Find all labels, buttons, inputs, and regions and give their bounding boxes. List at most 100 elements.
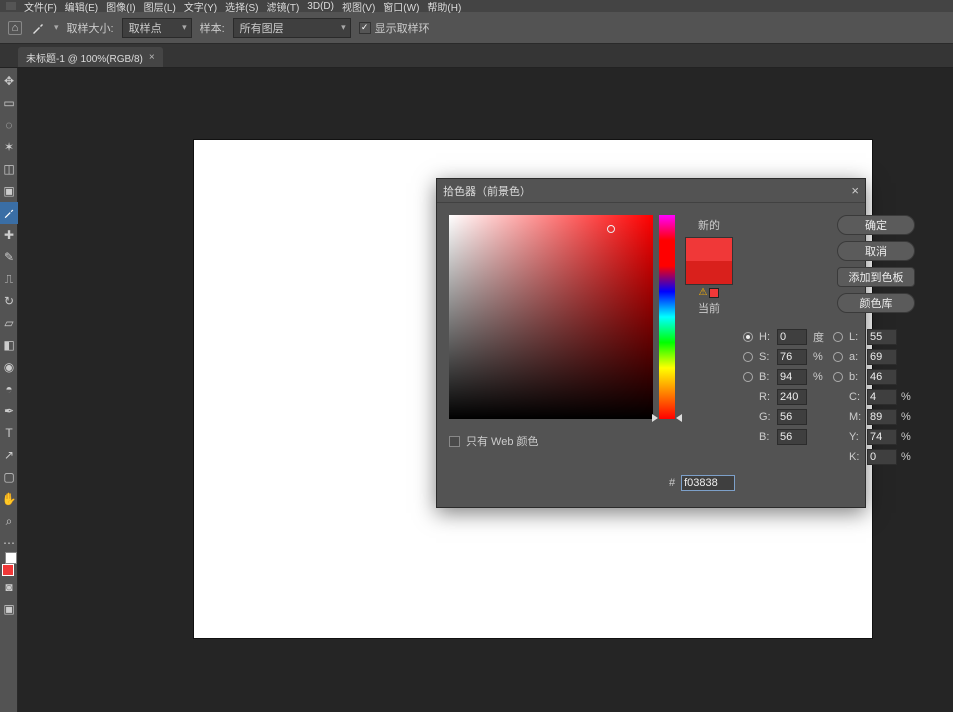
menu-image[interactable]: 图像(I) xyxy=(106,0,135,14)
web-only-checkbox[interactable]: 只有 Web 颜色 xyxy=(449,433,675,449)
saturation-value-field[interactable] xyxy=(449,215,653,419)
unit-h: 度 xyxy=(813,329,829,345)
blur-tool-icon[interactable]: ◉ xyxy=(0,356,18,378)
menu-3d[interactable]: 3D(D) xyxy=(307,1,334,12)
current-color-label: 当前 xyxy=(698,300,720,316)
heal-tool-icon[interactable]: ✚ xyxy=(0,224,18,246)
foreground-color-swatch[interactable] xyxy=(2,564,14,576)
hue-slider[interactable] xyxy=(659,215,675,419)
dodge-tool-icon[interactable]: ◓ xyxy=(0,378,18,400)
hex-input[interactable] xyxy=(681,475,735,491)
menu-bar: 文件(F) 编辑(E) 图像(I) 图层(L) 文字(Y) 选择(S) 滤镜(T… xyxy=(0,0,953,12)
new-color-swatch[interactable] xyxy=(686,238,732,261)
input-m[interactable] xyxy=(867,409,897,425)
menu-layer[interactable]: 图层(L) xyxy=(144,0,176,14)
radio-bv[interactable] xyxy=(743,372,753,382)
show-sampling-ring-checkbox[interactable]: ✓ 显示取样环 xyxy=(359,20,430,36)
type-tool-icon[interactable]: T xyxy=(0,422,18,444)
pen-tool-icon[interactable]: ✒ xyxy=(0,400,18,422)
dialog-titlebar[interactable]: 拾色器（前景色） × xyxy=(437,179,865,203)
hue-arrow-left-icon xyxy=(652,414,658,422)
menu-window[interactable]: 窗口(W) xyxy=(383,0,419,14)
zoom-tool-icon[interactable]: ⌕ xyxy=(0,510,18,532)
more-tool-icon[interactable]: ⋯ xyxy=(0,532,18,554)
gamut-warning[interactable]: ⚠ xyxy=(699,287,720,298)
color-swatches[interactable] xyxy=(0,560,17,576)
menu-select[interactable]: 选择(S) xyxy=(225,0,258,14)
label-s: S: xyxy=(759,351,773,363)
radio-s[interactable] xyxy=(743,352,753,362)
input-k[interactable] xyxy=(867,449,897,465)
app-logo xyxy=(6,2,16,10)
hand-tool-icon[interactable]: ✋ xyxy=(0,488,18,510)
radio-l[interactable] xyxy=(833,332,843,342)
stamp-tool-icon[interactable]: ⎍ xyxy=(0,268,18,290)
warning-swatch xyxy=(709,288,719,298)
quickselect-tool-icon[interactable]: ✶ xyxy=(0,136,18,158)
workspace: ✥ ▭ ◌ ✶ ◫ ▣ ✚ ✎ ⎍ ↻ ▱ ◧ ◉ ◓ ✒ T ↗ ▢ ✋ ⌕ … xyxy=(0,68,953,712)
color-libraries-button[interactable]: 颜色库 xyxy=(837,293,915,313)
unit-y: % xyxy=(901,431,915,443)
eraser-tool-icon[interactable]: ▱ xyxy=(0,312,18,334)
menu-edit[interactable]: 编辑(E) xyxy=(65,0,98,14)
background-color-swatch[interactable] xyxy=(5,552,17,564)
label-l: L: xyxy=(849,331,863,343)
path-tool-icon[interactable]: ↗ xyxy=(0,444,18,466)
input-a[interactable] xyxy=(867,349,897,365)
chevron-down-icon[interactable]: ▾ xyxy=(54,22,59,33)
show-ring-label: 显示取样环 xyxy=(375,20,430,36)
document-tab-bar: 未标题-1 @ 100%(RGB/8) × xyxy=(0,44,953,68)
shape-tool-icon[interactable]: ▢ xyxy=(0,466,18,488)
marquee-tool-icon[interactable]: ▭ xyxy=(0,92,18,114)
input-r[interactable] xyxy=(777,389,807,405)
screenmode-icon[interactable]: ▣ xyxy=(0,598,18,620)
picker-left: 只有 Web 颜色 xyxy=(449,215,675,491)
eyedropper-tool-icon[interactable] xyxy=(0,202,18,224)
menu-view[interactable]: 视图(V) xyxy=(342,0,375,14)
document-tab[interactable]: 未标题-1 @ 100%(RGB/8) × xyxy=(18,47,163,67)
brush-tool-icon[interactable]: ✎ xyxy=(0,246,18,268)
label-a: a: xyxy=(849,351,863,363)
home-icon[interactable]: ⌂ xyxy=(8,21,22,35)
menu-file[interactable]: 文件(F) xyxy=(24,0,57,14)
crop-tool-icon[interactable]: ◫ xyxy=(0,158,18,180)
input-y[interactable] xyxy=(867,429,897,445)
ok-button[interactable]: 确定 xyxy=(837,215,915,235)
input-h[interactable] xyxy=(777,329,807,345)
warning-icon: ⚠ xyxy=(699,287,708,298)
color-picker-dialog: 拾色器（前景色） × xyxy=(436,178,866,508)
quickmask-icon[interactable]: ◙ xyxy=(0,576,18,598)
input-b[interactable] xyxy=(867,369,897,385)
history-brush-tool-icon[interactable]: ↻ xyxy=(0,290,18,312)
close-icon[interactable]: × xyxy=(149,52,155,63)
close-icon[interactable]: × xyxy=(851,183,859,198)
cancel-button[interactable]: 取消 xyxy=(837,241,915,261)
menu-help[interactable]: 帮助(H) xyxy=(427,0,461,14)
input-bc[interactable] xyxy=(777,429,807,445)
unit-s: % xyxy=(813,351,829,363)
radio-h[interactable] xyxy=(743,332,753,342)
sample-size-select[interactable]: 取样点 xyxy=(122,18,192,38)
menu-filter[interactable]: 滤镜(T) xyxy=(267,0,300,14)
add-to-swatches-button[interactable]: 添加到色板 xyxy=(837,267,915,287)
hex-row: # xyxy=(669,475,915,491)
radio-a[interactable] xyxy=(833,352,843,362)
lasso-tool-icon[interactable]: ◌ xyxy=(0,114,18,136)
input-g[interactable] xyxy=(777,409,807,425)
sample-layers-select[interactable]: 所有图层 xyxy=(233,18,351,38)
current-color-swatch[interactable] xyxy=(686,261,732,284)
input-bv[interactable] xyxy=(777,369,807,385)
gradient-tool-icon[interactable]: ◧ xyxy=(0,334,18,356)
input-s[interactable] xyxy=(777,349,807,365)
menu-type[interactable]: 文字(Y) xyxy=(184,0,217,14)
move-tool-icon[interactable]: ✥ xyxy=(0,70,18,92)
radio-b[interactable] xyxy=(833,372,843,382)
input-c[interactable] xyxy=(867,389,897,405)
eyedropper-tool-icon[interactable] xyxy=(30,20,46,36)
frame-tool-icon[interactable]: ▣ xyxy=(0,180,18,202)
options-bar: ⌂ ▾ 取样大小: 取样点 样本: 所有图层 ✓ 显示取样环 xyxy=(0,12,953,44)
input-l[interactable] xyxy=(867,329,897,345)
sv-marker[interactable] xyxy=(607,225,615,233)
hue-arrow-right-icon xyxy=(676,414,682,422)
label-g: G: xyxy=(759,411,773,423)
